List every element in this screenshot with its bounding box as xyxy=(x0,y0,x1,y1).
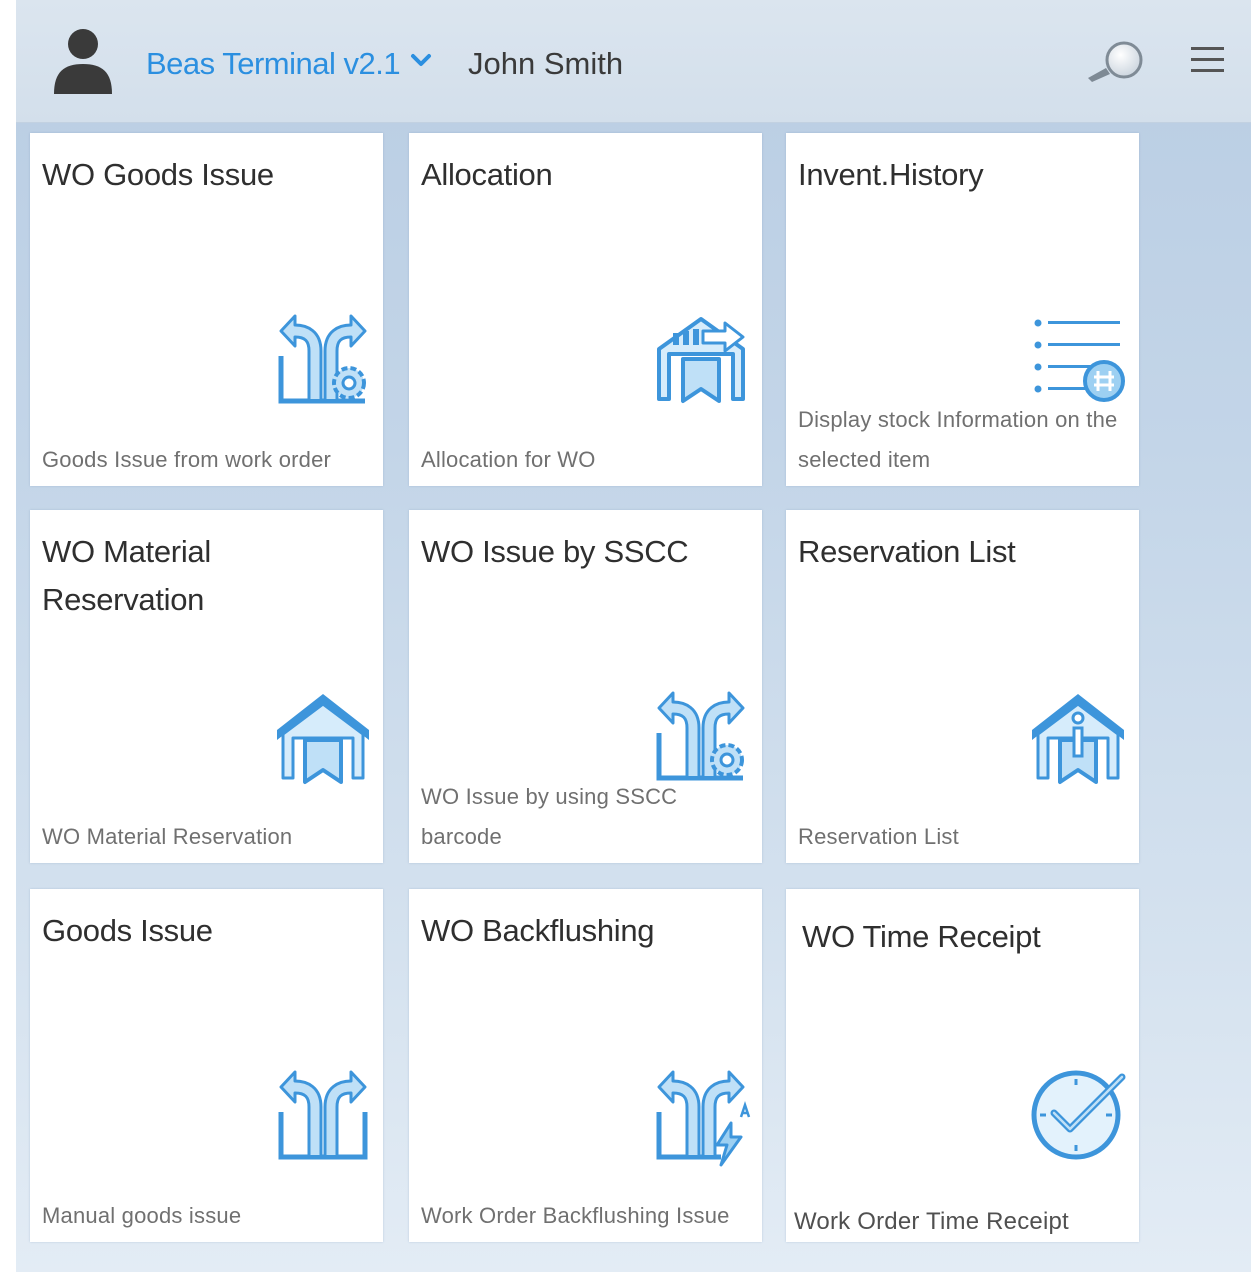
tile-title: WO Backflushing xyxy=(421,913,655,948)
issue-arrows-gear-icon xyxy=(656,691,745,781)
tile-description: WO Material Reservation xyxy=(42,824,293,849)
app-title-dropdown[interactable]: Beas Terminal v2.1 xyxy=(146,46,401,82)
list-history-icon xyxy=(1034,319,1125,402)
tile-title: WO Time Receipt xyxy=(802,919,1041,954)
clock-check-icon xyxy=(1031,1070,1126,1160)
user-avatar-icon[interactable] xyxy=(52,28,114,96)
issue-arrows-icon xyxy=(278,1070,368,1160)
tile-title: Invent.History xyxy=(798,157,984,192)
tile-reservation-list[interactable]: Reservation List Reservation List xyxy=(786,510,1139,863)
chevron-down-icon[interactable] xyxy=(410,53,432,69)
tile-wo-backflushing[interactable]: WO Backflushing Work Order Backflushing … xyxy=(409,889,762,1242)
tile-wo-goods-issue[interactable]: WO Goods Issue Goods Issue from work ord… xyxy=(30,133,383,486)
issue-arrows-lightning-icon xyxy=(656,1070,751,1167)
tile-description: Display stock Information on the selecte… xyxy=(798,407,1118,472)
warehouse-bookmark-icon xyxy=(277,694,369,784)
tile-title: Reservation List xyxy=(798,534,1016,569)
tile-description: Reservation List xyxy=(798,824,959,849)
tile-description: Work Order Time Receipt xyxy=(794,1208,1069,1235)
tile-description: WO Issue by using SSCC barcode xyxy=(421,784,678,849)
tile-title: Goods Issue xyxy=(42,913,213,948)
tile-wo-issue-by-sscc[interactable]: WO Issue by SSCC WO Issue by using SSCC … xyxy=(409,510,762,863)
tile-description: Manual goods issue xyxy=(42,1203,242,1228)
tile-description: Allocation for WO xyxy=(421,447,596,472)
tile-title: WO Issue by SSCC xyxy=(421,534,689,569)
warehouse-info-icon xyxy=(1032,694,1124,784)
tile-title: WO Goods Issue xyxy=(42,157,274,192)
search-icon[interactable] xyxy=(1084,38,1148,86)
tile-title: WO Material Reservation xyxy=(42,534,211,617)
tile-description: Goods Issue from work order xyxy=(42,447,332,472)
tile-wo-time-receipt[interactable]: WO Time Receipt Work Order Time Receipt xyxy=(786,889,1139,1242)
allocation-warehouse-icon xyxy=(657,317,745,403)
tile-allocation[interactable]: Allocation Allocation for WO xyxy=(409,133,762,486)
tile-title: Allocation xyxy=(421,157,553,192)
issue-arrows-gear-icon xyxy=(278,314,367,404)
tile-description: Work Order Backflushing Issue xyxy=(421,1203,730,1228)
tile-invent-history[interactable]: Invent.History Display stock Information… xyxy=(786,133,1139,486)
hamburger-menu-icon[interactable] xyxy=(1188,42,1228,76)
tile-wo-material-reservation[interactable]: WO Material Reservation WO Material Rese… xyxy=(30,510,383,863)
user-name: John Smith xyxy=(468,46,624,81)
tile-goods-issue[interactable]: Goods Issue Manual goods issue xyxy=(30,889,383,1242)
